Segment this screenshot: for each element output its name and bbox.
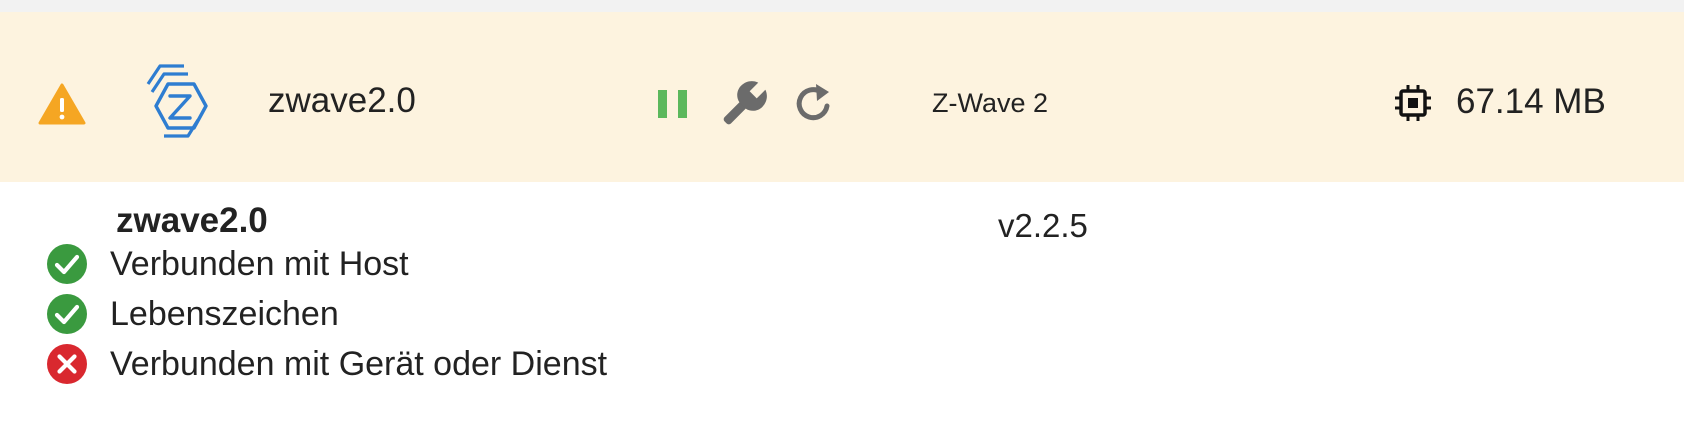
version-label: v2.2.5: [998, 207, 1088, 244]
status-label: Verbunden mit Gerät oder Dienst: [110, 345, 608, 383]
status-item-host: Verbunden mit Host: [46, 242, 409, 286]
pause-button[interactable]: [656, 84, 690, 124]
wrench-icon[interactable]: [718, 76, 770, 132]
warning-triangle-icon: [38, 83, 86, 125]
x-circle-icon: [47, 344, 87, 384]
instance-details: zwave2.0 v2.2.5 Verbunden mit Host Leben…: [0, 182, 1684, 440]
adapter-title: Z-Wave 2: [932, 88, 1049, 118]
memory-value: 67.14 MB: [1456, 82, 1606, 121]
zwave-logo-icon: [146, 64, 208, 138]
status-label: Verbunden mit Host: [110, 245, 409, 283]
detail-instance-name: zwave2.0: [116, 201, 268, 240]
top-separator: [0, 0, 1684, 12]
check-circle-icon: [47, 244, 87, 284]
check-circle-icon: [47, 294, 87, 334]
instance-name: zwave2.0: [268, 81, 416, 120]
status-item-device: Verbunden mit Gerät oder Dienst: [46, 342, 607, 386]
status-item-heartbeat: Lebenszeichen: [46, 292, 339, 336]
restart-icon[interactable]: [794, 80, 836, 126]
cpu-chip-icon: [1395, 85, 1431, 121]
instance-row[interactable]: zwave2.0 Z-Wave 2 67.14 MB: [0, 12, 1684, 182]
status-label: Lebenszeichen: [110, 295, 339, 333]
